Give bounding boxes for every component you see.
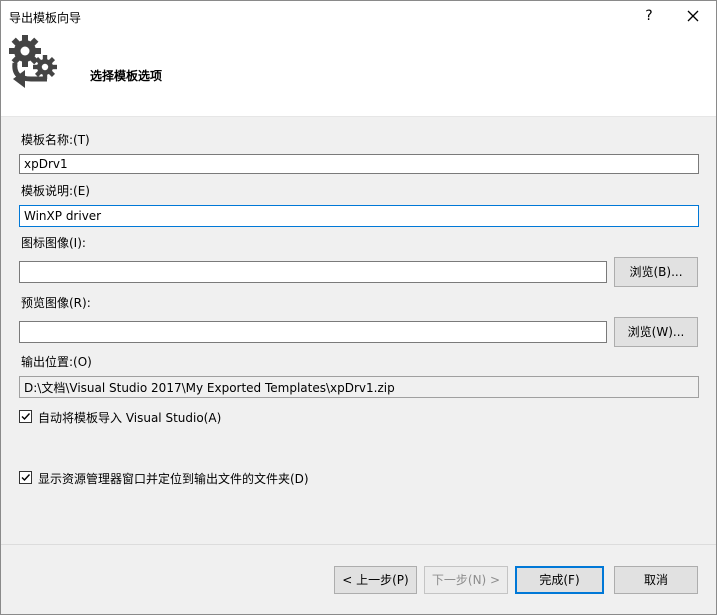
show-explorer-checkbox-row[interactable]: 显示资源管理器窗口并定位到输出文件的文件夹(D) [19,470,519,486]
checkmark-icon [21,413,31,421]
template-name-input[interactable] [19,154,699,174]
export-template-wizard-window: 导出模板向导 ? 选择模板选项 模板名称:(T) xpDrv1 模板说明:(E)… [0,0,717,615]
output-location-input[interactable] [19,376,699,398]
checkmark-icon [21,474,31,482]
next-button[interactable]: 下一步(N) > [424,566,508,594]
cancel-button[interactable]: 取消 [614,566,698,594]
preview-image-input[interactable] [19,321,607,343]
close-button[interactable] [681,5,705,27]
footer-separator [1,544,716,545]
auto-import-label: 自动将模板导入 Visual Studio(A) [38,411,222,425]
window-title: 导出模板向导 [9,11,82,25]
auto-import-checkbox-row[interactable]: 自动将模板导入 Visual Studio(A) [19,409,419,425]
icon-image-label: 图标图像(I): [21,236,86,250]
auto-import-checkbox[interactable] [19,410,32,423]
preview-browse-button[interactable]: 浏览(W)... [614,317,698,347]
title-bar: 导出模板向导 ? [1,1,716,31]
show-explorer-checkbox[interactable] [19,471,32,484]
gears-arrow-icon [9,35,57,88]
page-title: 选择模板选项 [90,69,163,83]
wizard-header: 选择模板选项 [1,31,716,117]
template-name-label: 模板名称:(T) [21,133,90,147]
show-explorer-label: 显示资源管理器窗口并定位到输出文件的文件夹(D) [38,472,309,486]
template-description-input[interactable] [19,205,699,227]
close-icon [687,10,699,22]
back-button[interactable]: < 上一步(P) [334,566,417,594]
icon-browse-button[interactable]: 浏览(B)... [614,257,698,287]
output-location-label: 输出位置:(O) [21,355,92,369]
icon-image-input[interactable] [19,261,607,283]
preview-image-label: 预览图像(R): [21,296,91,310]
template-description-label: 模板说明:(E) [21,184,90,198]
help-button[interactable]: ? [637,5,661,27]
finish-button[interactable]: 完成(F) [515,566,604,594]
